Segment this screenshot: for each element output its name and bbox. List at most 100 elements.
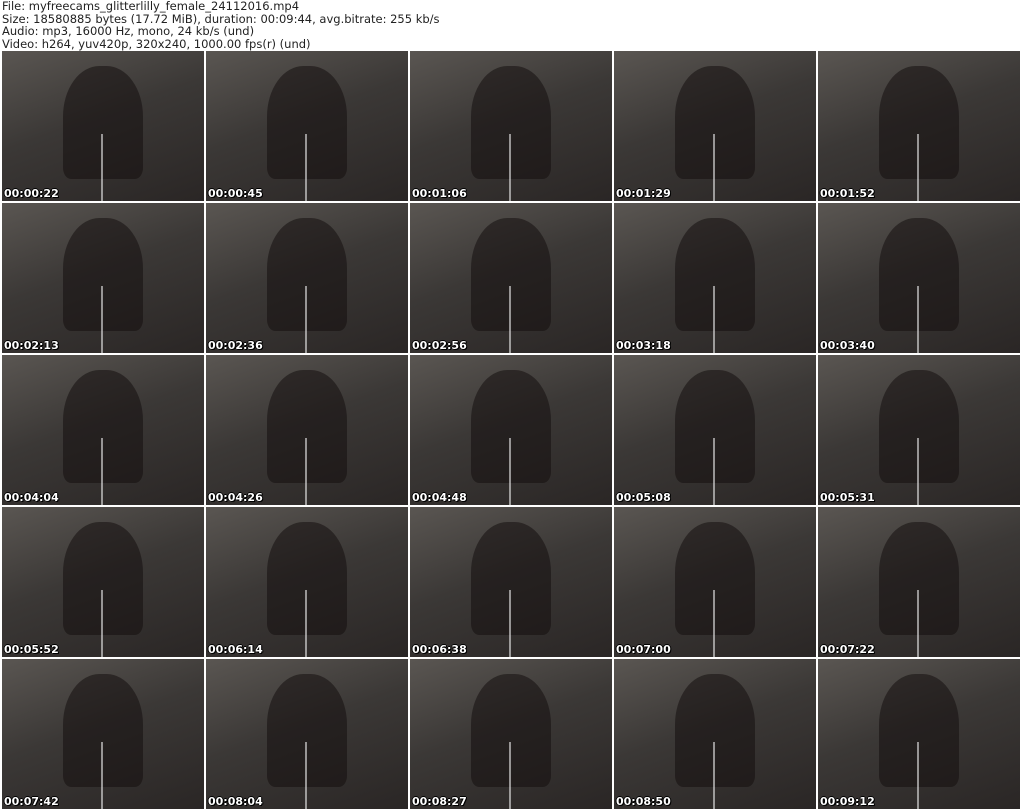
video-thumbnail: 00:03:40 <box>818 203 1020 353</box>
frame-detail <box>508 285 511 353</box>
timestamp-label: 00:03:18 <box>616 339 671 352</box>
frame-detail <box>304 589 307 657</box>
frame-image <box>674 218 756 331</box>
frame-detail <box>508 437 511 505</box>
frame-detail <box>712 589 715 657</box>
timestamp-label: 00:07:42 <box>4 795 59 808</box>
video-thumbnail: 00:05:52 <box>2 507 204 657</box>
timestamp-label: 00:03:40 <box>820 339 875 352</box>
frame-detail <box>712 437 715 505</box>
frame-image <box>62 370 144 483</box>
video-thumbnail: 00:06:38 <box>410 507 612 657</box>
timestamp-label: 00:00:22 <box>4 187 59 200</box>
audio-info: Audio: mp3, 16000 Hz, mono, 24 kb/s (und… <box>2 24 255 38</box>
frame-detail <box>916 437 919 505</box>
frame-detail <box>100 437 103 505</box>
timestamp-label: 00:04:26 <box>208 491 263 504</box>
video-thumbnail: 00:08:04 <box>206 659 408 809</box>
frame-detail <box>916 285 919 353</box>
video-thumbnail: 00:04:48 <box>410 355 612 505</box>
video-thumbnail: 00:00:45 <box>206 51 408 201</box>
frame-detail <box>100 741 103 809</box>
video-thumbnail: 00:03:18 <box>614 203 816 353</box>
video-thumbnail: 00:07:42 <box>2 659 204 809</box>
frame-image <box>266 218 348 331</box>
file-name: File: myfreecams_glitterlilly_female_241… <box>2 0 300 13</box>
timestamp-label: 00:08:27 <box>412 795 467 808</box>
frame-detail <box>304 741 307 809</box>
frame-image <box>470 522 552 635</box>
frame-image <box>266 66 348 179</box>
timestamp-label: 00:00:45 <box>208 187 263 200</box>
timestamp-label: 00:05:52 <box>4 643 59 656</box>
video-thumbnail: 00:04:04 <box>2 355 204 505</box>
video-thumbnail: 00:02:56 <box>410 203 612 353</box>
timestamp-label: 00:04:04 <box>4 491 59 504</box>
video-thumbnail: 00:02:36 <box>206 203 408 353</box>
frame-detail <box>100 133 103 201</box>
frame-detail <box>712 285 715 353</box>
timestamp-label: 00:07:00 <box>616 643 671 656</box>
frame-detail <box>712 133 715 201</box>
frame-detail <box>916 741 919 809</box>
timestamp-label: 00:09:12 <box>820 795 875 808</box>
video-thumbnail: 00:05:08 <box>614 355 816 505</box>
timestamp-label: 00:01:06 <box>412 187 467 200</box>
frame-image <box>878 522 960 635</box>
timestamp-label: 00:08:04 <box>208 795 263 808</box>
timestamp-label: 00:06:14 <box>208 643 263 656</box>
frame-image <box>470 674 552 787</box>
frame-image <box>470 370 552 483</box>
video-thumbnail: 00:04:26 <box>206 355 408 505</box>
frame-detail <box>916 133 919 201</box>
video-thumbnail: 00:07:22 <box>818 507 1020 657</box>
video-thumbnail: 00:01:52 <box>818 51 1020 201</box>
frame-detail <box>712 741 715 809</box>
frame-detail <box>304 285 307 353</box>
video-info: Video: h264, yuv420p, 320x240, 1000.00 f… <box>2 36 311 51</box>
frame-image <box>674 674 756 787</box>
frame-detail <box>508 589 511 657</box>
video-thumbnail: 00:05:31 <box>818 355 1020 505</box>
frame-image <box>266 522 348 635</box>
video-thumbnail: 00:01:29 <box>614 51 816 201</box>
frame-image <box>266 674 348 787</box>
timestamp-label: 00:02:56 <box>412 339 467 352</box>
frame-image <box>470 218 552 331</box>
timestamp-label: 00:02:36 <box>208 339 263 352</box>
thumbnail-grid: 00:00:22 00:00:45 00:01:06 00:01:29 00:01:52… <box>2 51 1020 809</box>
frame-image <box>62 674 144 787</box>
frame-detail <box>508 133 511 201</box>
timestamp-label: 00:05:31 <box>820 491 875 504</box>
video-thumbnail: 00:00:22 <box>2 51 204 201</box>
timestamp-label: 00:01:29 <box>616 187 671 200</box>
timestamp-label: 00:08:50 <box>616 795 671 808</box>
frame-image <box>470 66 552 179</box>
frame-image <box>878 66 960 179</box>
timestamp-label: 00:05:08 <box>616 491 671 504</box>
timestamp-label: 00:07:22 <box>820 643 875 656</box>
frame-image <box>62 66 144 179</box>
video-thumbnail: 00:09:12 <box>818 659 1020 809</box>
frame-detail <box>100 589 103 657</box>
frame-detail <box>100 285 103 353</box>
video-thumbnail: 00:02:13 <box>2 203 204 353</box>
frame-detail <box>508 741 511 809</box>
timestamp-label: 00:02:13 <box>4 339 59 352</box>
frame-detail <box>304 437 307 505</box>
video-thumbnail: 00:08:27 <box>410 659 612 809</box>
video-thumbnail: 00:01:06 <box>410 51 612 201</box>
timestamp-label: 00:06:38 <box>412 643 467 656</box>
frame-image <box>62 522 144 635</box>
frame-image <box>878 370 960 483</box>
frame-detail <box>304 133 307 201</box>
frame-image <box>266 370 348 483</box>
frame-image <box>878 674 960 787</box>
frame-detail <box>916 589 919 657</box>
file-info-header: File: myfreecams_glitterlilly_female_241… <box>2 0 440 50</box>
video-thumbnail: 00:07:00 <box>614 507 816 657</box>
frame-image <box>878 218 960 331</box>
frame-image <box>674 522 756 635</box>
video-thumbnail: 00:06:14 <box>206 507 408 657</box>
timestamp-label: 00:01:52 <box>820 187 875 200</box>
